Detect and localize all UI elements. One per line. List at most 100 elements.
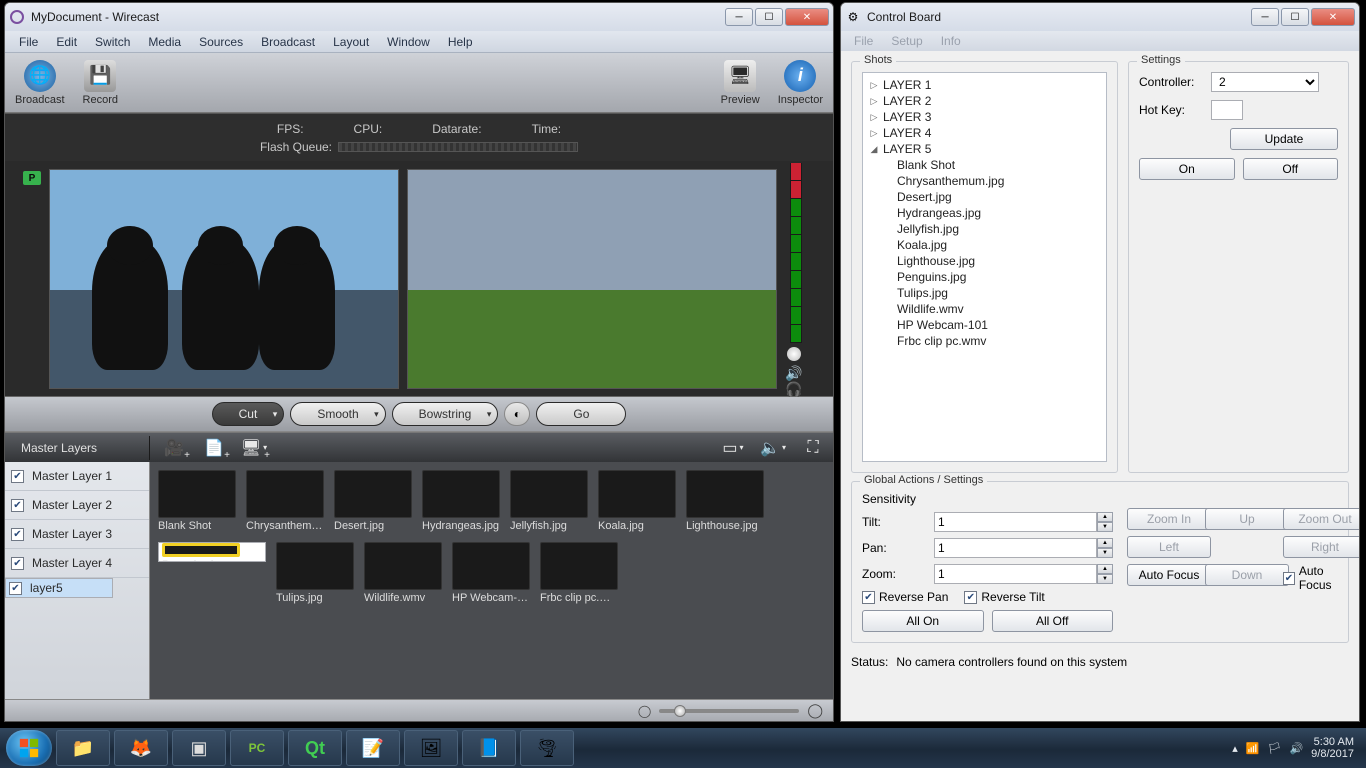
broadcast-button[interactable]: 🌐 Broadcast: [15, 60, 65, 106]
start-button[interactable]: [6, 730, 52, 766]
taskbar-explorer[interactable]: 📁: [56, 730, 110, 766]
tree-expand-icon[interactable]: ▷: [869, 112, 879, 123]
shot-thumbnail[interactable]: Wildlife.wmv: [364, 542, 442, 604]
tray-network-icon[interactable]: 📶: [1246, 742, 1260, 755]
menu-sources[interactable]: Sources: [191, 33, 251, 51]
menu-edit[interactable]: Edit: [48, 33, 85, 51]
zoom-slider[interactable]: [659, 709, 799, 713]
tree-expand-icon[interactable]: ◢: [869, 144, 879, 155]
shot-thumbnail[interactable]: Tulips.jpg: [276, 542, 354, 604]
tree-layer-item[interactable]: ▷LAYER 2: [865, 93, 1104, 109]
add-file-button[interactable]: 📄+: [197, 437, 231, 459]
menu-broadcast[interactable]: Broadcast: [253, 33, 323, 51]
auto-focus-button[interactable]: Auto Focus: [1127, 564, 1211, 586]
reverse-pan-checkbox[interactable]: ✔Reverse Pan: [862, 590, 948, 604]
tree-shot-item[interactable]: Jellyfish.jpg: [865, 221, 1104, 237]
taskbar-terminal[interactable]: ▣: [172, 730, 226, 766]
tree-shot-item[interactable]: Koala.jpg: [865, 237, 1104, 253]
maximize-button[interactable]: ☐: [1281, 8, 1309, 26]
bowstring-button[interactable]: Bowstring▾: [392, 402, 499, 426]
tree-shot-item[interactable]: Lighthouse.jpg: [865, 253, 1104, 269]
on-button[interactable]: On: [1139, 158, 1235, 180]
all-off-button[interactable]: All Off: [992, 610, 1114, 632]
close-button[interactable]: ✕: [785, 8, 829, 26]
tree-expand-icon[interactable]: ▷: [869, 96, 879, 107]
taskbar-app1[interactable]: 🖼: [404, 730, 458, 766]
tree-layer-item[interactable]: ▷LAYER 1: [865, 77, 1104, 93]
record-button[interactable]: 💾 Record: [83, 60, 118, 106]
menu-window[interactable]: Window: [379, 33, 438, 51]
off-button[interactable]: Off: [1243, 158, 1339, 180]
zoom-in-button[interactable]: Zoom In: [1127, 508, 1211, 530]
menu-media[interactable]: Media: [140, 33, 189, 51]
update-button[interactable]: Update: [1230, 128, 1338, 150]
controller-select[interactable]: 2: [1211, 72, 1319, 92]
tray-action-icon[interactable]: 🏳: [1268, 742, 1282, 755]
close-button[interactable]: ✕: [1311, 8, 1355, 26]
right-button[interactable]: Right: [1283, 536, 1359, 558]
tree-shot-item[interactable]: Tulips.jpg: [865, 285, 1104, 301]
tree-shot-item[interactable]: Desert.jpg: [865, 189, 1104, 205]
minimize-button[interactable]: ─: [1251, 8, 1279, 26]
zoom-out-button[interactable]: Zoom Out: [1283, 508, 1359, 530]
layer-row[interactable]: ✔Master Layer 3: [5, 520, 149, 549]
down-button[interactable]: Down: [1205, 564, 1289, 586]
tree-layer-item[interactable]: ▷LAYER 3: [865, 109, 1104, 125]
layer-checkbox[interactable]: ✔: [11, 557, 24, 570]
menu-setup[interactable]: Setup: [884, 33, 929, 49]
tree-shot-item[interactable]: Hydrangeas.jpg: [865, 205, 1104, 221]
shot-thumbnail[interactable]: Hydrangeas.jpg: [422, 470, 500, 532]
taskbar-firefox[interactable]: 🦊: [114, 730, 168, 766]
system-tray[interactable]: ▴ 📶 🏳 🔊 5:30 AM 9/8/2017: [1232, 736, 1360, 760]
live-monitor[interactable]: [407, 169, 777, 389]
hotkey-input[interactable]: [1211, 100, 1243, 120]
tree-expand-icon[interactable]: ▷: [869, 80, 879, 91]
smooth-button[interactable]: Smooth▾: [290, 402, 385, 426]
shot-thumbnail[interactable]: Koala.jpg: [598, 470, 676, 532]
taskbar-wirecast[interactable]: 🌪: [520, 730, 574, 766]
tree-shot-item[interactable]: HP Webcam-101: [865, 317, 1104, 333]
menu-file[interactable]: File: [847, 33, 880, 49]
layer-checkbox[interactable]: ✔: [11, 470, 24, 483]
shot-thumbnail[interactable]: HP Webcam-101: [452, 542, 530, 604]
tree-shot-item[interactable]: Chrysanthemum.jpg: [865, 173, 1104, 189]
tree-shot-item[interactable]: Wildlife.wmv: [865, 301, 1104, 317]
audio-level-knob[interactable]: [787, 347, 801, 361]
zoom-spinner[interactable]: ▲▼: [934, 564, 1113, 584]
shot-thumbnail[interactable]: Desert.jpg: [334, 470, 412, 532]
transition-speed-dial[interactable]: ◐: [504, 402, 530, 426]
menu-switch[interactable]: Switch: [87, 33, 138, 51]
taskbar-app2[interactable]: 📘: [462, 730, 516, 766]
layer-checkbox[interactable]: ✔: [11, 499, 24, 512]
tree-layer-item[interactable]: ◢LAYER 5: [865, 141, 1104, 157]
up-button[interactable]: Up: [1205, 508, 1289, 530]
layer-row[interactable]: ✔layer5: [5, 578, 113, 598]
add-camera-button[interactable]: 🎥+: [157, 437, 191, 459]
zoom-in-icon[interactable]: ◯: [807, 702, 823, 719]
taskbar-notepad[interactable]: 📝: [346, 730, 400, 766]
fullscreen-button[interactable]: ⛶: [796, 437, 830, 459]
shot-thumbnail[interactable]: Penguins.jpg: [158, 542, 266, 562]
menu-layout[interactable]: Layout: [325, 33, 377, 51]
tree-shot-item[interactable]: Frbc clip pc.wmv: [865, 333, 1104, 349]
layer-checkbox[interactable]: ✔: [9, 582, 22, 595]
minimize-button[interactable]: ─: [725, 8, 753, 26]
menu-help[interactable]: Help: [440, 33, 481, 51]
menu-file[interactable]: File: [11, 33, 46, 51]
shots-tree[interactable]: ▷LAYER 1▷LAYER 2▷LAYER 3▷LAYER 4◢LAYER 5…: [862, 72, 1107, 462]
preview-button[interactable]: 🖥 Preview: [721, 60, 760, 106]
auto-focus-checkbox[interactable]: ✔Auto Focus: [1283, 564, 1353, 592]
taskbar-qt[interactable]: Qt: [288, 730, 342, 766]
shot-thumbnail[interactable]: Frbc clip pc.wmv: [540, 542, 618, 604]
menu-info[interactable]: Info: [934, 33, 968, 49]
cut-button[interactable]: Cut▾: [212, 402, 285, 426]
all-on-button[interactable]: All On: [862, 610, 984, 632]
speaker-icon[interactable]: 🔊: [785, 365, 803, 379]
tray-volume-icon[interactable]: 🔊: [1289, 742, 1303, 755]
add-display-button[interactable]: 🖥+▾: [237, 437, 271, 459]
maximize-button[interactable]: ☐: [755, 8, 783, 26]
tree-shot-item[interactable]: Blank Shot: [865, 157, 1104, 173]
reverse-tilt-checkbox[interactable]: ✔Reverse Tilt: [964, 590, 1044, 604]
zoom-out-icon[interactable]: ◯: [638, 704, 651, 718]
volume-button[interactable]: 🔈▾: [756, 437, 790, 459]
